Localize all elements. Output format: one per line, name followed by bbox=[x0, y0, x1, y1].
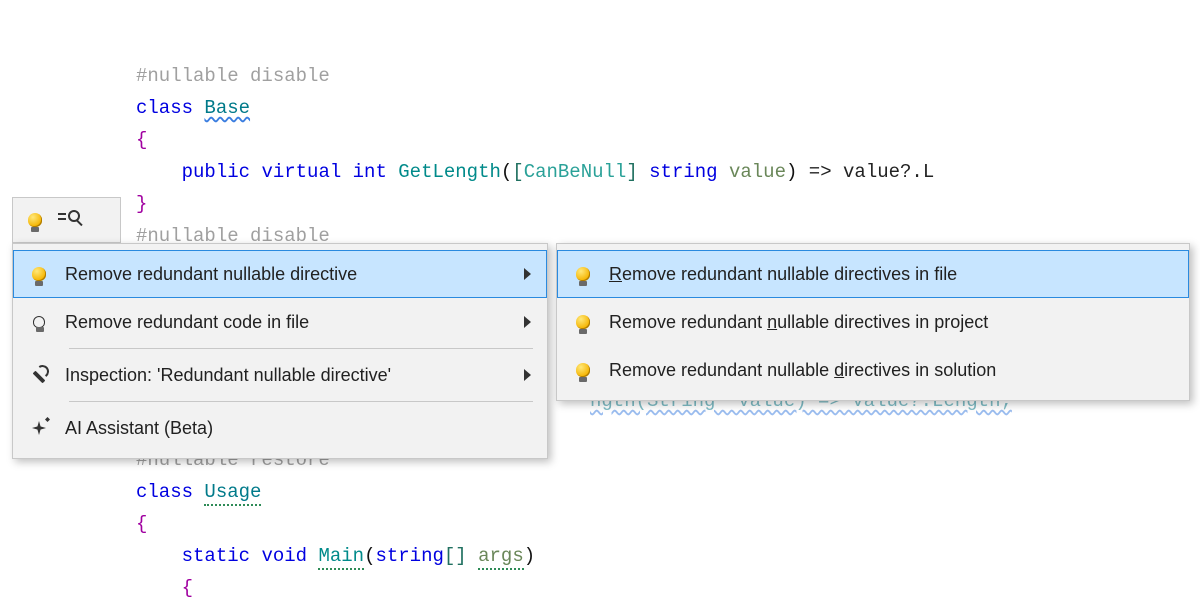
menu-item-remove-redundant-directive[interactable]: Remove redundant nullable directive bbox=[13, 250, 547, 298]
arrow: => bbox=[809, 161, 843, 183]
method-name: GetLength bbox=[398, 161, 501, 183]
keyword-public: public bbox=[182, 161, 262, 183]
menu-item-inspection[interactable]: Inspection: 'Redundant nullable directiv… bbox=[13, 351, 547, 399]
brace-close: } bbox=[136, 193, 147, 215]
bracket-close: ] bbox=[626, 161, 649, 183]
quickfix-submenu: Remove redundant nullable directives in … bbox=[556, 243, 1190, 401]
submenu-item-project[interactable]: Remove redundant nullable directives in … bbox=[557, 298, 1189, 346]
keyword-class: class bbox=[136, 97, 204, 119]
indent bbox=[136, 161, 182, 183]
paren-open: ( bbox=[501, 161, 512, 183]
submenu-item-solution[interactable]: Remove redundant nullable directives in … bbox=[557, 346, 1189, 394]
method-main: Main bbox=[318, 545, 364, 570]
search-inline-icon[interactable] bbox=[57, 208, 81, 232]
menu-item-label: Remove redundant nullable directive bbox=[65, 264, 510, 285]
quickfix-toolbar bbox=[12, 197, 121, 243]
submenu-item-label: Remove redundant nullable directives in … bbox=[609, 264, 1179, 285]
chevron-right-icon bbox=[524, 369, 531, 381]
expression: value?.L bbox=[843, 161, 934, 183]
menu-separator bbox=[69, 348, 533, 349]
brackets-array: [] bbox=[444, 545, 478, 567]
brace-open: { bbox=[136, 513, 147, 535]
lightbulb-icon bbox=[571, 262, 595, 286]
keyword-int: int bbox=[353, 161, 399, 183]
class-name-base: Base bbox=[204, 97, 250, 119]
paren-close: ) bbox=[524, 545, 535, 567]
sparkle-icon bbox=[27, 416, 51, 440]
lightbulb-icon bbox=[571, 310, 595, 334]
keyword-static: static bbox=[182, 545, 262, 567]
param-value: value bbox=[729, 161, 786, 183]
keyword-string: string bbox=[649, 161, 729, 183]
menu-item-label: AI Assistant (Beta) bbox=[65, 418, 537, 439]
indent bbox=[136, 545, 182, 567]
attribute-canbenull: CanBeNull bbox=[524, 161, 627, 183]
brace-open: { bbox=[136, 129, 147, 151]
menu-item-label: Inspection: 'Redundant nullable directiv… bbox=[65, 365, 510, 386]
directive-line: #nullable disable bbox=[136, 65, 330, 87]
menu-item-label: Remove redundant code in file bbox=[65, 312, 510, 333]
class-name-usage: Usage bbox=[204, 481, 261, 506]
submenu-item-label: Remove redundant nullable directives in … bbox=[609, 360, 1179, 381]
param-args: args bbox=[478, 545, 524, 570]
brace-open: { bbox=[136, 577, 193, 599]
keyword-class: class bbox=[136, 481, 204, 503]
bracket-open: [ bbox=[512, 161, 523, 183]
wrench-icon bbox=[27, 363, 51, 387]
paren-open: ( bbox=[364, 545, 375, 567]
chevron-right-icon bbox=[524, 316, 531, 328]
lightbulb-icon[interactable] bbox=[23, 208, 47, 232]
keyword-virtual: virtual bbox=[261, 161, 352, 183]
keyword-void: void bbox=[261, 545, 318, 567]
menu-item-ai-assistant[interactable]: AI Assistant (Beta) bbox=[13, 404, 547, 452]
quickfix-menu: Remove redundant nullable directive Remo… bbox=[12, 243, 548, 459]
lightbulb-outline-icon bbox=[27, 310, 51, 334]
lightbulb-icon bbox=[571, 358, 595, 382]
menu-item-remove-redundant-code-file[interactable]: Remove redundant code in file bbox=[13, 298, 547, 346]
submenu-item-label: Remove redundant nullable directives in … bbox=[609, 312, 1179, 333]
keyword-string: string bbox=[375, 545, 443, 567]
menu-separator bbox=[69, 401, 533, 402]
chevron-right-icon bbox=[524, 268, 531, 280]
submenu-item-file[interactable]: Remove redundant nullable directives in … bbox=[557, 250, 1189, 298]
paren-close: ) bbox=[786, 161, 809, 183]
lightbulb-icon bbox=[27, 262, 51, 286]
